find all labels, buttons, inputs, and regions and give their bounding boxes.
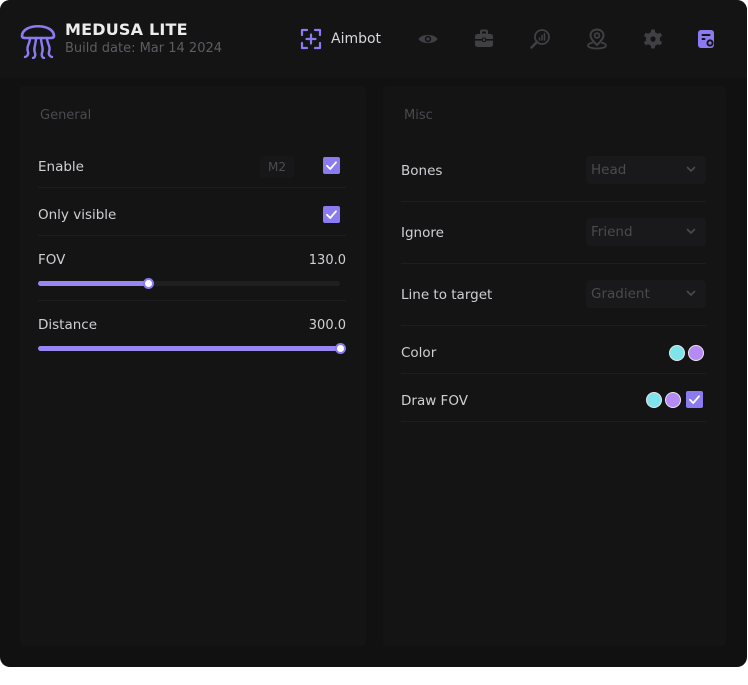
tab-misc[interactable]	[473, 25, 495, 53]
distance-row: Distance 300.0	[38, 300, 346, 360]
briefcase-icon	[475, 29, 493, 47]
tab-visuals[interactable]	[417, 25, 439, 53]
fov-slider-handle[interactable]	[142, 278, 154, 289]
line-to-target-label: Line to target	[401, 287, 493, 303]
distance-slider-handle[interactable]	[335, 343, 346, 354]
gear-icon	[644, 29, 662, 49]
chevron-down-icon	[686, 290, 696, 297]
tab-settings[interactable]	[642, 25, 664, 53]
distance-value: 300.0	[308, 318, 346, 333]
tab-aimbot-label: Aimbot	[331, 31, 382, 47]
color-swatch-primary[interactable]	[669, 345, 685, 361]
distance-slider-fill	[38, 346, 340, 351]
enable-label: Enable	[38, 159, 84, 175]
bones-row: Bones Head	[401, 141, 706, 202]
ignore-select-value: Friend	[591, 224, 633, 240]
only-visible-checkbox[interactable]	[323, 206, 340, 223]
config-icon	[698, 30, 714, 48]
fov-value: 130.0	[308, 253, 346, 268]
fov-slider-fill	[38, 281, 148, 286]
only-visible-label: Only visible	[38, 207, 117, 223]
color-row: Color	[401, 325, 706, 374]
line-to-target-select[interactable]: Gradient	[586, 280, 706, 308]
fov-label: FOV	[38, 252, 66, 268]
app-window: MEDUSA LITE Build date: Mar 14 2024 Aimb…	[0, 0, 747, 667]
color-swatch-secondary[interactable]	[688, 345, 704, 361]
chevron-down-icon	[686, 166, 696, 173]
draw-fov-label: Draw FOV	[401, 393, 468, 409]
misc-panel: Misc Bones Head Ignore Friend Line to ta…	[383, 86, 726, 646]
chevron-down-icon	[686, 228, 696, 235]
only-visible-row: Only visible	[38, 187, 346, 236]
distance-label: Distance	[38, 317, 98, 333]
bones-select[interactable]: Head	[586, 156, 706, 184]
fov-slider[interactable]	[38, 278, 340, 289]
enable-keybind[interactable]: M2	[260, 156, 294, 178]
tab-stats[interactable]	[529, 25, 551, 53]
bones-select-value: Head	[591, 162, 627, 178]
ignore-row: Ignore Friend	[401, 201, 706, 264]
header-bar: MEDUSA LITE Build date: Mar 14 2024 Aimb…	[0, 0, 747, 78]
build-date: Build date: Mar 14 2024	[65, 41, 223, 56]
check-icon	[689, 395, 700, 404]
enable-checkbox[interactable]	[323, 157, 340, 174]
check-icon	[326, 210, 337, 219]
distance-slider[interactable]	[38, 343, 346, 354]
jellyfish-logo-icon	[20, 24, 56, 59]
misc-title: Misc	[404, 108, 433, 123]
bones-label: Bones	[401, 163, 443, 179]
check-icon	[326, 161, 337, 170]
tab-aimbot[interactable]: Aimbot	[300, 25, 381, 53]
tab-config[interactable]	[695, 25, 717, 53]
eye-icon	[418, 34, 438, 44]
draw-fov-row: Draw FOV	[401, 373, 706, 422]
draw-fov-checkbox[interactable]	[686, 391, 703, 408]
general-title: General	[40, 108, 92, 123]
draw-fov-swatch-primary[interactable]	[646, 392, 662, 408]
map-pin-icon	[587, 28, 607, 50]
color-label: Color	[401, 345, 437, 361]
fov-row: FOV 130.0	[38, 235, 346, 301]
general-panel: General Enable M2 Only visible FOV 130.0	[20, 86, 366, 646]
line-to-target-select-value: Gradient	[591, 286, 650, 302]
line-to-target-row: Line to target Gradient	[401, 263, 706, 326]
crosshair-icon	[300, 28, 322, 50]
tab-map[interactable]	[586, 25, 608, 53]
search-chart-icon	[530, 29, 550, 49]
ignore-label: Ignore	[401, 225, 444, 241]
ignore-select[interactable]: Friend	[586, 218, 706, 246]
enable-row: Enable M2	[38, 144, 346, 188]
app-title: MEDUSA LITE	[65, 20, 188, 39]
draw-fov-swatch-secondary[interactable]	[665, 392, 681, 408]
